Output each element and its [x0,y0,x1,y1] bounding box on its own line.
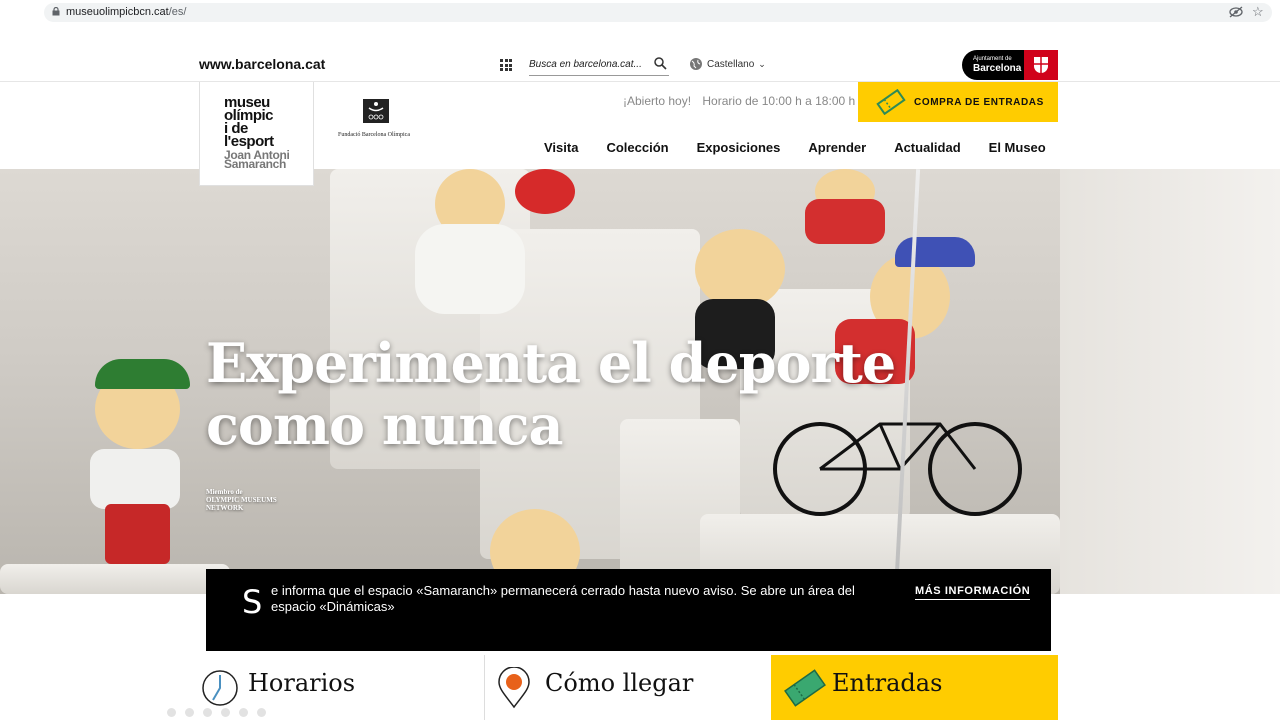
url-text[interactable]: museuolimpicbcn.cat/es/ [66,4,186,20]
nav-coleccion[interactable]: Colección [606,140,668,155]
carousel-dot[interactable] [221,708,230,717]
more-info-link[interactable]: MÁS INFORMACIÓN [915,585,1031,600]
buy-tickets-button[interactable]: COMPRA DE ENTRADAS [858,82,1058,122]
apps-grid-icon[interactable] [500,59,512,71]
language-selector[interactable]: Castellano ⌄ [689,57,766,71]
card-label: Horarios [248,669,356,697]
network-text: OLYMPIC MUSEUMS [206,496,277,504]
ticket-icon [784,669,826,707]
mascot-body-white [415,224,525,314]
mascot-red [515,169,575,214]
card-label: Entradas [832,669,943,697]
buy-tickets-label: COMPRA DE ENTRADAS [914,96,1044,108]
ticket-icon [876,89,906,115]
search-icon[interactable] [654,57,667,70]
nav-exposiciones[interactable]: Exposiciones [697,140,781,155]
address-field[interactable] [44,3,1272,22]
mascot-archer-hat [95,359,190,389]
card-entradas[interactable]: Entradas [771,655,1058,720]
hero-background-wall [1060,169,1280,594]
network-text: Miembro de [206,488,243,496]
barcelona-site-link[interactable]: www.barcelona.cat [199,56,325,72]
opening-info: ¡Abierto hoy! Horario de 10:00 h a 18:00… [623,94,855,108]
hero-title-line: como nunca [206,393,564,457]
nav-aprender[interactable]: Aprender [808,140,866,155]
foundation-name: Fundació Barcelona Olímpica [338,132,410,138]
pedestal [0,564,230,594]
card-label: Cómo llegar [545,669,694,697]
site-header: museu olímpic i de l'esport Joan Antoni … [0,82,1280,186]
foundation-logo[interactable]: Fundació Barcelona Olímpica [338,99,414,138]
quick-access-cards: Horarios Cómo llegar Entradas [199,655,1058,720]
ajuntament-barcelona-logo[interactable]: Ajuntament de Barcelona [962,50,1058,80]
carousel-dot[interactable] [239,708,248,717]
card-como-llegar[interactable]: Cómo llegar [485,655,771,720]
nav-el-museo[interactable]: El Museo [989,140,1046,155]
nav-actualidad[interactable]: Actualidad [894,140,960,155]
notice-banner: S e informa que el espacio «Samaranch» p… [206,569,1051,651]
mascot-head [695,229,785,309]
museum-logo[interactable]: museu olímpic i de l'esport Joan Antoni … [199,82,314,186]
olympic-foundation-mark-icon [363,99,389,123]
ajuntament-small-text: Ajuntament de [973,56,1012,62]
nav-visita[interactable]: Visita [544,140,578,155]
ajuntament-big-text: Barcelona [973,63,1022,74]
search-box [529,54,669,76]
network-text: NETWORK [206,504,244,512]
carousel-dot[interactable] [203,708,212,717]
notice-dropcap: S [242,583,263,621]
barcelona-shield-icon [1024,50,1058,80]
language-label: Castellano [707,58,755,70]
clock-icon [202,670,238,706]
eye-off-icon[interactable] [1229,6,1243,18]
logo-line: l'esport [224,133,274,150]
bookmark-star-icon[interactable]: ☆ [1252,4,1264,20]
hero-title: Experimenta el deporte como nunca [206,331,896,457]
globe-icon [690,58,702,70]
carousel-dot[interactable] [185,708,194,717]
mascot-archer-body [90,449,180,509]
logo-subline: Samaranch [224,157,286,171]
mascot-archer-shorts [105,504,170,564]
carousel-dot[interactable] [257,708,266,717]
lock-icon [52,7,60,16]
olympic-museums-network-badge[interactable]: Miembro de OLYMPIC MUSEUMS NETWORK [206,488,277,512]
main-navigation: Visita Colección Exposiciones Aprender A… [544,140,1046,155]
browser-url-bar: museuolimpicbcn.cat/es/ ☆ [0,0,1280,24]
search-input[interactable] [529,54,644,75]
notice-message: e informa que el espacio «Samaranch» per… [271,583,855,614]
hero-title-line: Experimenta el deporte [206,331,896,395]
mascot-cap [895,237,975,267]
carousel-dot[interactable] [167,708,176,717]
hero-banner: Experimenta el deporte como nunca Miembr… [0,169,1280,594]
open-status: ¡Abierto hoy! [623,94,692,108]
utility-bar: www.barcelona.cat Castellano ⌄ Ajuntamen… [0,48,1280,82]
carousel-dots [167,708,266,717]
chevron-down-icon: ⌄ [758,58,766,69]
location-pin-icon [498,667,530,709]
opening-hours: Horario de 10:00 h a 18:00 h [702,94,856,108]
mascot-body-red [805,199,885,244]
